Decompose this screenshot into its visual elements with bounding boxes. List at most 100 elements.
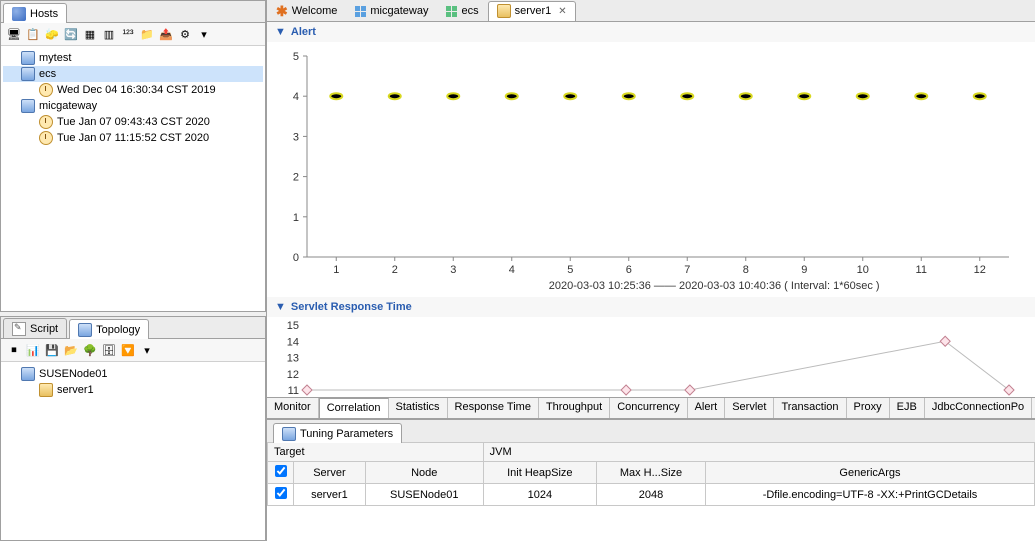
cell-node: SUSENode01 [365, 484, 483, 506]
tb-tree-icon[interactable]: 🌳 [82, 342, 98, 358]
tb-settings-icon[interactable]: ⚙ [177, 26, 193, 42]
tree-item[interactable]: ecs [3, 66, 263, 82]
row-checkbox[interactable] [275, 487, 287, 499]
topology-icon [78, 323, 92, 337]
svg-text:6: 6 [626, 264, 632, 276]
detail-tabs: MonitorCorrelationStatisticsResponse Tim… [267, 397, 1035, 419]
svg-text:4: 4 [509, 264, 515, 276]
topology-tab[interactable]: Topology [69, 319, 149, 339]
node-icon [21, 51, 35, 65]
tree-label: server1 [57, 384, 94, 396]
detail-tab-concurrency[interactable]: Concurrency [610, 398, 687, 418]
editor-tab-server1[interactable]: server1 ✕ [488, 1, 576, 21]
clock-icon [39, 115, 53, 129]
tb-stop-icon[interactable]: ⏹ [6, 342, 22, 358]
tb-filter-icon[interactable]: 🔽 [120, 342, 136, 358]
tb-folder-icon[interactable]: 📁 [139, 26, 155, 42]
detail-tab-statistics[interactable]: Statistics [389, 398, 448, 418]
tuning-icon [282, 427, 296, 441]
tuning-parameters-tab[interactable]: Tuning Parameters [273, 423, 402, 443]
tb-save-icon[interactable]: 💾 [44, 342, 60, 358]
tb-open-icon[interactable]: 📂 [63, 342, 79, 358]
tree-item[interactable]: Tue Jan 07 11:15:52 CST 2020 [3, 130, 263, 146]
tab-label: micgateway [370, 5, 428, 17]
svg-text:11: 11 [916, 264, 927, 276]
node-icon [21, 99, 35, 113]
tree-label: micgateway [39, 100, 97, 112]
tuning-table: Target JVM Server Node Init HeapSize Max… [267, 442, 1035, 506]
editor-tab-ecs[interactable]: ecs [437, 1, 487, 21]
srt-section-header[interactable]: ▼ Servlet Response Time [267, 297, 1035, 317]
tuning-tab-label: Tuning Parameters [300, 428, 393, 440]
tb-erase-icon[interactable]: 🧽 [44, 26, 60, 42]
tree-item[interactable]: micgateway [3, 98, 263, 114]
close-icon[interactable]: ✕ [558, 6, 566, 17]
tb-export-icon[interactable]: 📤 [158, 26, 174, 42]
hosts-tab[interactable]: Hosts [3, 3, 67, 23]
detail-tab-servlet[interactable]: Servlet [725, 398, 774, 418]
tb-chart-icon[interactable]: 📊 [25, 342, 41, 358]
svg-text:1: 1 [333, 264, 339, 276]
tab-label: ecs [461, 5, 478, 17]
alert-chart: 0123451234567891011122020-03-03 10:25:36… [267, 42, 1035, 297]
hdr-init[interactable]: Init HeapSize [483, 462, 596, 484]
editor-tabs: ✱Welcome micgateway ecs server1 ✕ [267, 0, 1035, 22]
svg-text:4: 4 [293, 91, 299, 103]
detail-tab-ejb[interactable]: EJB [890, 398, 925, 418]
alert-section-header[interactable]: ▼ Alert [267, 22, 1035, 42]
grid-icon [355, 6, 366, 17]
twistie-icon: ▼ [275, 301, 286, 313]
svg-text:3: 3 [293, 131, 299, 143]
tree-label: Tue Jan 07 09:43:43 CST 2020 [57, 116, 210, 128]
cell-init: 1024 [483, 484, 596, 506]
tb-cols-icon[interactable]: ▦ [82, 26, 98, 42]
tree-item[interactable]: SUSENode01 [3, 366, 263, 382]
detail-tab-jdbcconnectionpo[interactable]: JdbcConnectionPo [925, 398, 1032, 418]
detail-tab-throughput[interactable]: Throughput [539, 398, 610, 418]
tree-label: mytest [39, 52, 71, 64]
hosts-tree: mytest ecs Wed Dec 04 16:30:34 CST 2019 mic… [1, 46, 265, 311]
hosts-toolbar: 🖥 📋 🧽 🔄 ▦ ▥ ¹²³ 📁 📤 ⚙ ▾ [1, 23, 265, 46]
hosts-tab-label: Hosts [30, 8, 58, 20]
editor-tab-micgateway[interactable]: micgateway [346, 1, 437, 21]
tb-bars-icon[interactable]: ▥ [101, 26, 117, 42]
hdr-node[interactable]: Node [365, 462, 483, 484]
group-jvm: JVM [483, 443, 1034, 462]
editor-tab-welcome[interactable]: ✱Welcome [267, 1, 346, 21]
tb-num-icon[interactable]: ¹²³ [120, 26, 136, 42]
tb-menu-icon[interactable]: ▾ [196, 26, 212, 42]
hdr-server[interactable]: Server [294, 462, 366, 484]
svg-text:9: 9 [801, 264, 807, 276]
detail-tab-response-time[interactable]: Response Time [448, 398, 539, 418]
svg-text:2: 2 [392, 264, 398, 276]
tree-item[interactable]: server1 [3, 382, 263, 398]
tree-item[interactable]: Wed Dec 04 16:30:34 CST 2019 [3, 82, 263, 98]
detail-tab-monitor[interactable]: Monitor [267, 398, 319, 418]
svg-text:2020-03-03 10:25:36 —— 2020-03: 2020-03-03 10:25:36 —— 2020-03-03 10:40:… [549, 280, 880, 292]
script-tab[interactable]: Script [3, 318, 67, 338]
tb-db-icon[interactable]: 🗄 [101, 342, 117, 358]
tb-refresh-icon[interactable]: 🔄 [63, 26, 79, 42]
tb-monitor-icon[interactable]: 🖥 [6, 26, 22, 42]
tb-copy-icon[interactable]: 📋 [25, 26, 41, 42]
tb-menu2-icon[interactable]: ▾ [139, 342, 155, 358]
detail-tab-alert[interactable]: Alert [688, 398, 726, 418]
hdr-args[interactable]: GenericArgs [705, 462, 1034, 484]
detail-tab-correlation[interactable]: Correlation [319, 398, 389, 418]
hdr-checkbox[interactable] [268, 462, 294, 484]
tab-label: server1 [515, 5, 552, 17]
svg-text:5: 5 [567, 264, 573, 276]
detail-tab-transaction[interactable]: Transaction [774, 398, 846, 418]
script-tab-label: Script [30, 323, 58, 335]
cell-server: server1 [294, 484, 366, 506]
hdr-max[interactable]: Max H...Size [597, 462, 706, 484]
tree-item[interactable]: mytest [3, 50, 263, 66]
svg-text:13: 13 [287, 353, 299, 365]
detail-tab-proxy[interactable]: Proxy [847, 398, 890, 418]
tree-label: Wed Dec 04 16:30:34 CST 2019 [57, 84, 216, 96]
tree-item[interactable]: Tue Jan 07 09:43:43 CST 2020 [3, 114, 263, 130]
svg-text:1: 1 [293, 212, 299, 224]
svg-text:8: 8 [743, 264, 749, 276]
table-row[interactable]: server1 SUSENode01 1024 2048 -Dfile.enco… [268, 484, 1035, 506]
svg-text:10: 10 [857, 264, 869, 276]
